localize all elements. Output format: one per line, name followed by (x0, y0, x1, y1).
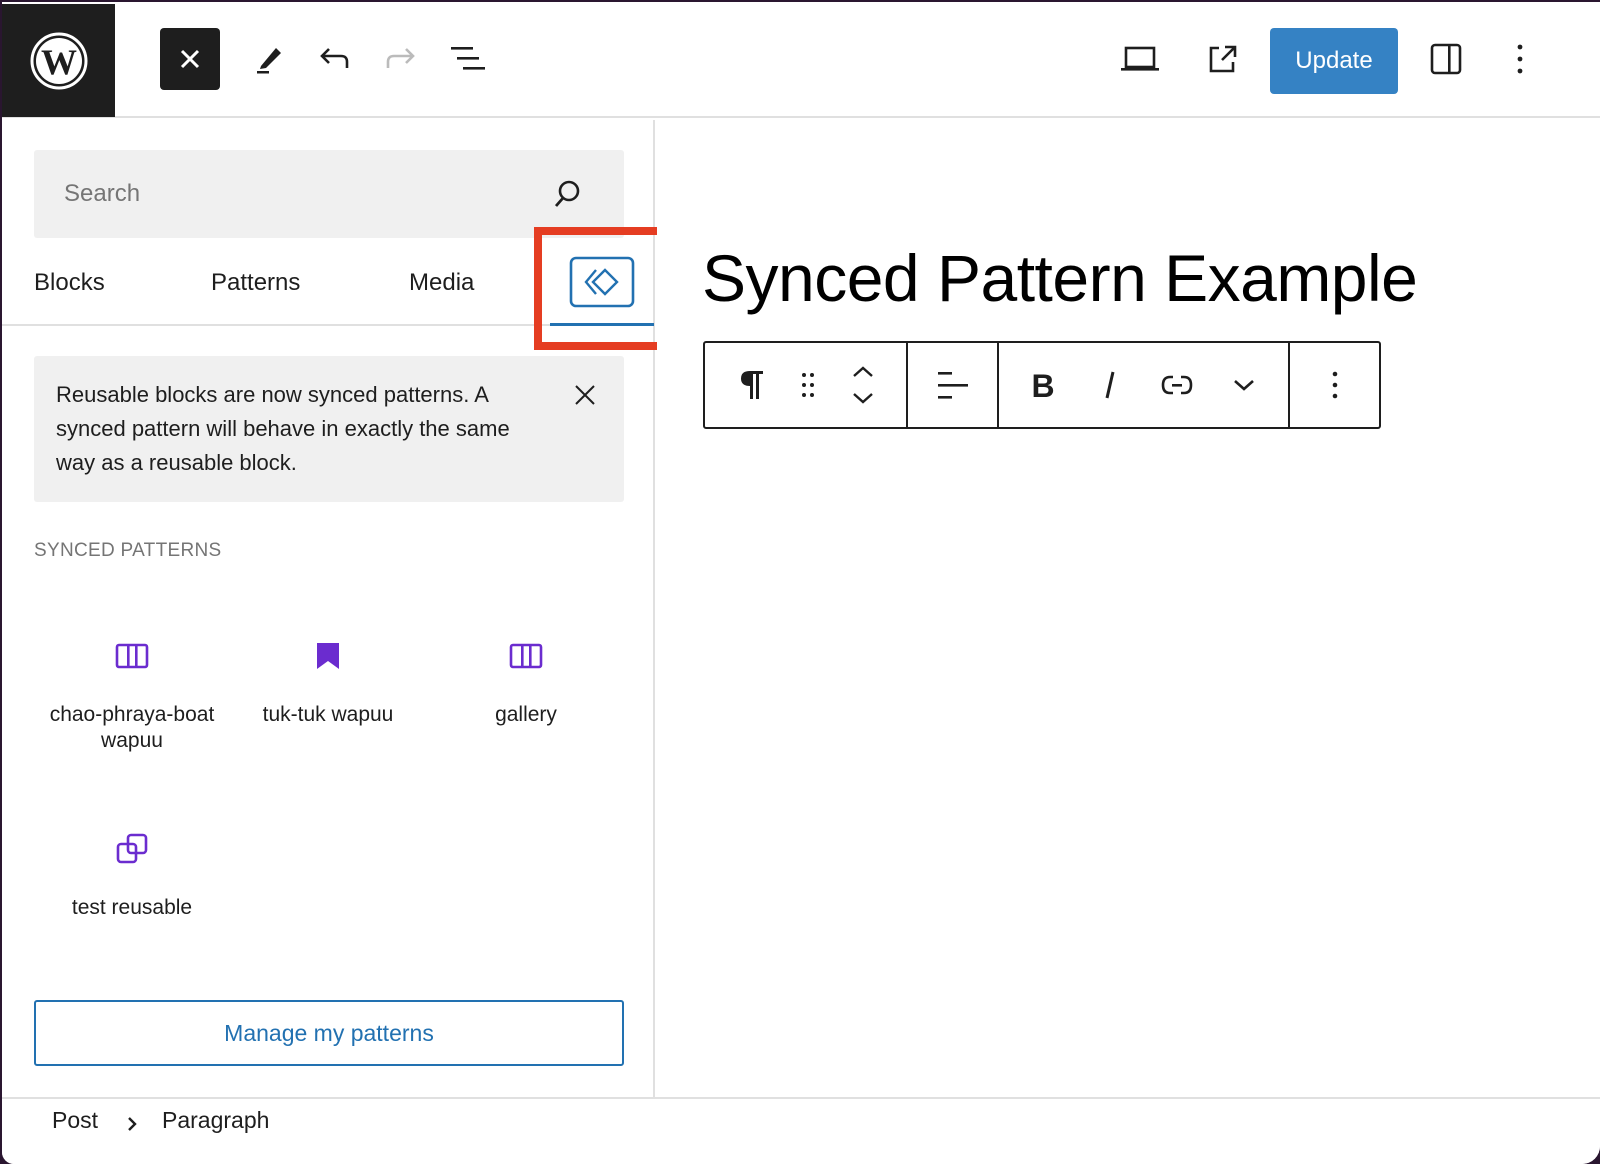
inserter-tabs: Blocks Patterns Media (2, 240, 654, 326)
update-button[interactable]: Update (1270, 28, 1398, 94)
italic-icon (1105, 371, 1115, 399)
editor-header: W Update (2, 2, 1600, 118)
block-toolbar-group-align (908, 343, 999, 427)
svg-text:W: W (41, 42, 77, 82)
svg-text:B: B (1031, 370, 1054, 400)
editor-canvas: Synced Pattern Example B (657, 120, 1600, 1097)
editor-window: W Update Search Blocks Patterns Media Re… (2, 2, 1600, 1164)
redo-button[interactable] (371, 28, 431, 90)
pattern-item[interactable]: tuk-tuk wapuu (230, 638, 426, 728)
pattern-label: test reusable (71, 896, 193, 919)
view-post-button[interactable] (1192, 28, 1252, 90)
block-breadcrumb: Post Paragraph (2, 1097, 1600, 1164)
block-options-button[interactable] (1305, 343, 1365, 427)
transform-block-button[interactable] (721, 343, 783, 427)
synced-patterns-icon (569, 256, 635, 307)
search-field[interactable] (34, 150, 624, 238)
link-button[interactable] (1149, 343, 1205, 427)
block-inserter-panel: Blocks Patterns Media Reusable blocks ar… (2, 120, 675, 1097)
tab-blocks[interactable]: Blocks (34, 240, 105, 326)
search-icon (554, 180, 580, 207)
italic-button[interactable] (1071, 343, 1149, 427)
sidebar-toggle-icon (1430, 43, 1462, 75)
breadcrumb-post[interactable]: Post (52, 1107, 98, 1134)
breadcrumb-paragraph[interactable]: Paragraph (162, 1107, 269, 1134)
redo-icon (386, 48, 415, 68)
bold-button[interactable]: B (1015, 343, 1071, 427)
tools-button[interactable] (238, 28, 298, 90)
desktop-preview-icon (1121, 46, 1159, 71)
wordpress-logo-button[interactable]: W (2, 4, 115, 117)
undo-button[interactable] (304, 28, 364, 90)
pattern-label: gallery (495, 703, 557, 726)
drag-handle-icon (802, 373, 814, 397)
columns-icon (115, 643, 149, 669)
close-icon (180, 49, 200, 69)
paragraph-icon (741, 371, 763, 399)
pattern-item[interactable]: gallery (428, 638, 624, 728)
list-view-icon (451, 47, 485, 70)
list-view-button[interactable] (438, 28, 498, 90)
drag-handle[interactable] (783, 343, 833, 427)
block-toolbar-group-format: B (999, 343, 1290, 427)
pattern-item[interactable]: chao-phraya-boat wapuu (34, 638, 230, 754)
manage-patterns-button[interactable]: Manage my patterns (34, 1000, 624, 1066)
close-inserter-button[interactable] (160, 28, 220, 90)
more-vertical-icon (1517, 44, 1523, 74)
block-toolbar: B (703, 341, 1381, 429)
wordpress-logo-icon: W (30, 32, 87, 89)
block-toolbar-group-options (1290, 343, 1379, 427)
tab-synced-patterns[interactable] (550, 240, 654, 326)
external-link-icon (1209, 45, 1237, 73)
link-icon (1161, 375, 1193, 395)
bookmark-icon (317, 643, 339, 669)
pattern-label: tuk-tuk wapuu (262, 703, 394, 726)
section-title: SYNCED PATTERNS (34, 540, 222, 561)
undo-icon (320, 48, 349, 68)
more-rich-text-button[interactable] (1205, 343, 1283, 427)
more-vertical-icon (1332, 371, 1337, 399)
align-left-icon (937, 372, 968, 399)
move-block-buttons (833, 343, 893, 427)
bold-icon: B (1031, 370, 1054, 400)
options-button[interactable] (1490, 28, 1550, 90)
columns-icon (509, 643, 543, 669)
pattern-label: chao-phraya-boat wapuu (49, 703, 215, 752)
notice-text: Reusable blocks are now synced patterns.… (56, 382, 510, 475)
reusable-block-icon (116, 833, 148, 864)
chevron-right-icon (128, 1117, 137, 1131)
search-input[interactable] (34, 150, 624, 238)
dismiss-notice-icon[interactable] (574, 384, 596, 406)
move-down-icon[interactable] (852, 392, 874, 404)
chevron-down-icon (1234, 380, 1254, 391)
settings-button[interactable] (1416, 28, 1476, 90)
synced-patterns-notice: Reusable blocks are now synced patterns.… (34, 356, 624, 502)
block-toolbar-group-block (705, 343, 908, 427)
post-title[interactable]: Synced Pattern Example (702, 240, 1418, 316)
tab-patterns[interactable]: Patterns (211, 240, 300, 326)
move-up-icon[interactable] (852, 366, 874, 378)
pencil-icon (257, 48, 281, 74)
preview-button[interactable] (1110, 28, 1170, 90)
tab-media[interactable]: Media (409, 240, 474, 326)
pattern-item[interactable]: test reusable (34, 831, 230, 921)
align-button[interactable] (923, 343, 983, 427)
